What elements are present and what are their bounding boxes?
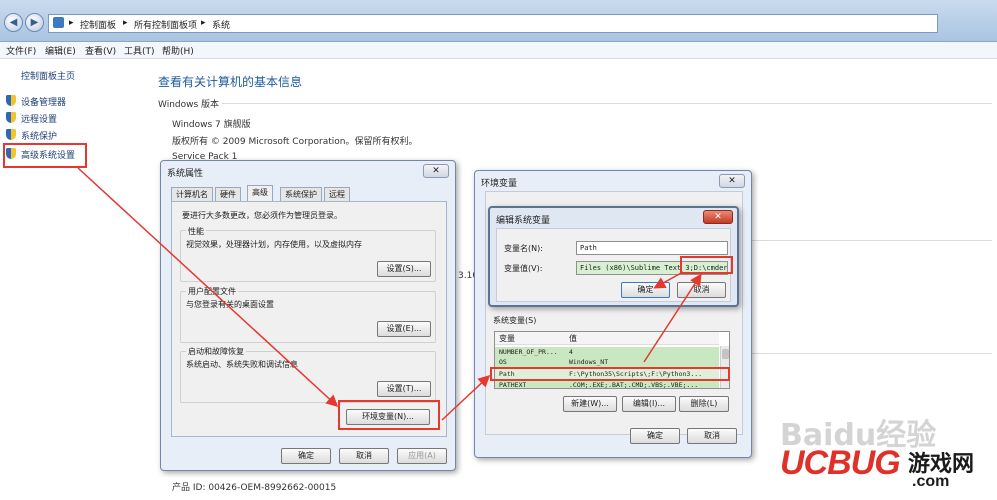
ucbug-logo-domain: .com	[912, 473, 950, 490]
ucbug-logo: UCBUG	[780, 444, 901, 482]
arrow-line	[643, 273, 702, 363]
arrow-line	[441, 374, 491, 421]
arrow-line	[77, 167, 339, 408]
arrow-line	[653, 271, 684, 289]
